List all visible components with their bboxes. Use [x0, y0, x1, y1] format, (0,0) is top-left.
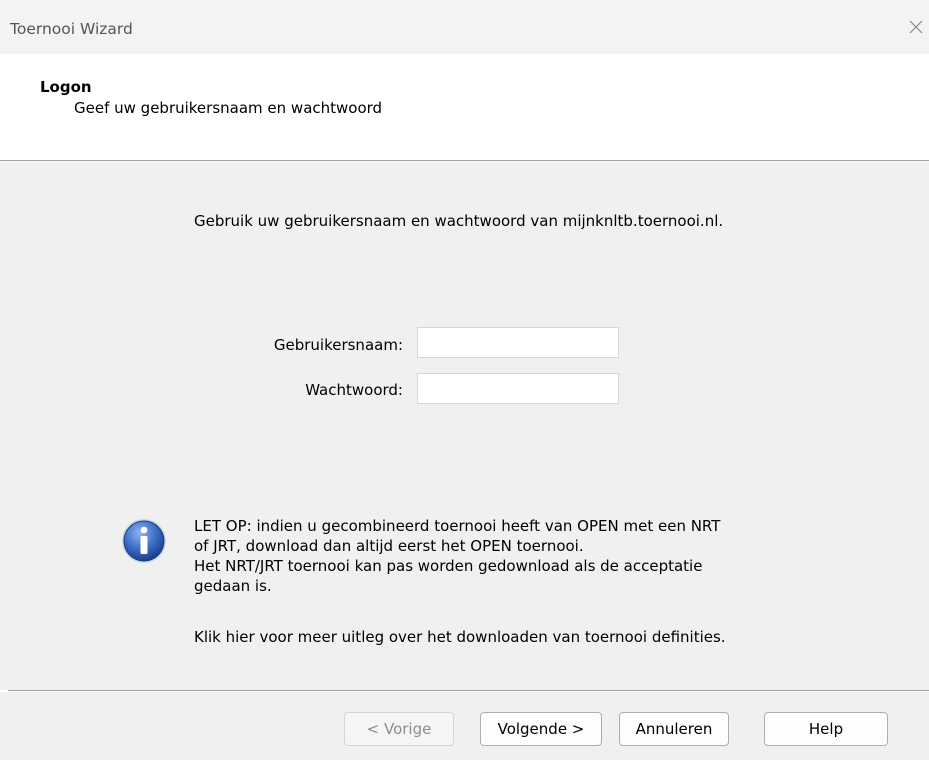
- note-line: LET OP: indien u gecombineerd toernooi h…: [194, 517, 721, 535]
- cancel-button[interactable]: Annuleren: [619, 712, 729, 746]
- password-label: Wachtwoord:: [305, 381, 403, 399]
- next-button[interactable]: Volgende >: [480, 712, 602, 746]
- previous-button[interactable]: < Vorige: [344, 712, 454, 746]
- intro-text: Gebruik uw gebruikersnaam en wachtwoord …: [194, 212, 724, 230]
- info-icon: [120, 517, 168, 565]
- help-button[interactable]: Help: [764, 712, 888, 746]
- note-line: of JRT, download dan altijd eerst het OP…: [194, 537, 584, 555]
- wizard-header: Logon Geef uw gebruikersnaam en wachtwoo…: [0, 54, 929, 160]
- page-title: Logon: [40, 78, 92, 96]
- page-subtitle: Geef uw gebruikersnaam en wachtwoord: [74, 99, 383, 117]
- note-line: gedaan is.: [194, 577, 272, 595]
- password-input[interactable]: [417, 373, 619, 404]
- title-bar: Toernooi Wizard: [0, 0, 929, 54]
- more-info-link[interactable]: Klik hier voor meer uitleg over het down…: [194, 628, 726, 646]
- close-icon[interactable]: [903, 12, 929, 42]
- username-label: Gebruikersnaam:: [273, 336, 403, 354]
- warning-note: LET OP: indien u gecombineerd toernooi h…: [194, 516, 814, 596]
- note-line: Het NRT/JRT toernooi kan pas worden gedo…: [194, 557, 703, 575]
- wizard-footer: < Vorige Volgende > Annuleren Help: [0, 692, 929, 760]
- wizard-body: Gebruik uw gebruikersnaam en wachtwoord …: [0, 162, 929, 690]
- window-title: Toernooi Wizard: [10, 20, 133, 38]
- username-input[interactable]: [417, 327, 619, 358]
